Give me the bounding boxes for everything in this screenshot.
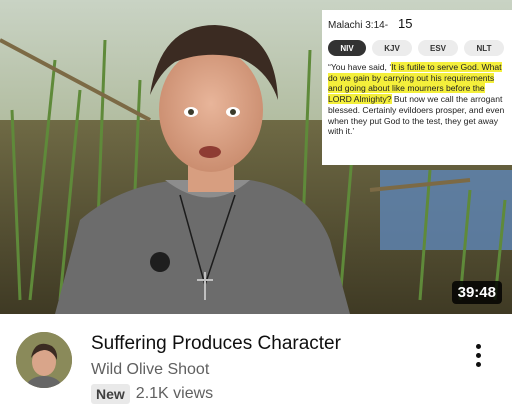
translation-tab-nlt: NLT (464, 40, 504, 56)
translation-tab-niv: NIV (328, 40, 366, 56)
channel-avatar[interactable] (16, 332, 72, 388)
verse-text-before: “You have said, ‘ (328, 62, 392, 72)
video-title[interactable]: Suffering Produces Character (91, 332, 451, 356)
translation-tabs: NIV KJV ESV NLT (328, 40, 508, 56)
video-thumbnail[interactable]: Malachi 3:14- 15 NIV KJV ESV NLT “You ha… (0, 0, 512, 314)
translation-tab-kjv: KJV (372, 40, 412, 56)
bible-verse-panel: Malachi 3:14- 15 NIV KJV ESV NLT “You ha… (322, 10, 512, 165)
more-dot (475, 361, 481, 367)
verse-reference: Malachi 3:14- (328, 20, 389, 31)
verse-number: 15 (398, 16, 413, 31)
avatar-image (16, 332, 72, 388)
translation-tab-esv: ESV (418, 40, 458, 56)
video-stats: New 2.1K views (91, 384, 213, 404)
video-card: Malachi 3:14- 15 NIV KJV ESV NLT “You ha… (0, 0, 512, 406)
new-badge: New (91, 384, 130, 404)
verse-text: “You have said, ‘It is futile to serve G… (328, 62, 508, 137)
channel-name[interactable]: Wild Olive Shoot (91, 361, 209, 379)
more-vert-icon[interactable] (468, 340, 488, 370)
view-count: 2.1K views (135, 385, 214, 402)
verse-header: Malachi 3:14- 15 (328, 16, 508, 34)
video-duration-badge: 39:48 (451, 281, 502, 304)
more-dot (475, 343, 481, 349)
more-dot (475, 352, 481, 358)
